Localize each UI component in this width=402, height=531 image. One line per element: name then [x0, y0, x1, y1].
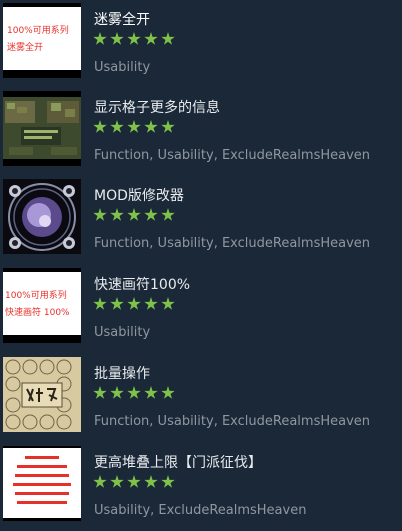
star-icon [127, 475, 141, 488]
star-icon [161, 475, 175, 488]
mod-tags: Usability [94, 60, 151, 75]
star-icon [93, 208, 107, 221]
star-icon [144, 386, 158, 399]
star-icon [93, 297, 107, 310]
mod-item[interactable]: 100%可用系列 快速画符 100% 快速画符100% Usability [0, 265, 402, 353]
mod-item[interactable]: MOD版修改器 Function, Usability, ExcludeReal… [0, 176, 402, 264]
star-icon [110, 32, 124, 45]
star-icon [110, 208, 124, 221]
star-icon [110, 386, 124, 399]
star-icon [161, 297, 175, 310]
mod-title[interactable]: 快速画符100% [94, 274, 190, 294]
red-text-thumbnail-icon: 100%可用系列 快速画符 100% [3, 268, 81, 343]
star-icon [110, 297, 124, 310]
star-icon [127, 386, 141, 399]
star-icon [161, 32, 175, 45]
star-icon [144, 32, 158, 45]
rating-stars [93, 383, 175, 403]
mod-item[interactable]: 更高堆叠上限【门派征伐】 Usability, ExcludeRealmsHea… [0, 443, 402, 531]
star-icon [144, 120, 158, 133]
mod-thumbnail[interactable] [3, 446, 81, 521]
calligraphy-grid-icon [3, 357, 81, 432]
rating-stars [93, 29, 175, 49]
mod-thumbnail[interactable] [3, 179, 81, 254]
star-icon [93, 475, 107, 488]
mod-thumbnail[interactable]: 100%可用系列 迷雾全开 [3, 3, 81, 78]
star-icon [144, 297, 158, 310]
mod-tags: Function, Usability, ExcludeRealmsHeaven [94, 148, 371, 163]
red-text-notice-icon [3, 446, 81, 521]
game-map-screenshot-icon [3, 91, 81, 166]
star-icon [127, 297, 141, 310]
thumb-line: 100%可用系列 [5, 289, 67, 301]
mod-title[interactable]: 迷雾全开 [94, 9, 150, 29]
star-icon [144, 208, 158, 221]
star-icon [93, 120, 107, 133]
star-icon [110, 120, 124, 133]
mod-item[interactable]: 100%可用系列 迷雾全开 迷雾全开 Usability [0, 0, 402, 88]
mod-tags: Function, Usability, ExcludeRealmsHeaven [94, 236, 371, 251]
mod-title[interactable]: 显示格子更多的信息 [94, 97, 220, 117]
thumb-line: 100%可用系列 [7, 24, 69, 36]
star-icon [161, 386, 175, 399]
rating-stars [93, 472, 175, 492]
mod-title[interactable]: MOD版修改器 [94, 185, 184, 205]
mod-item[interactable]: 显示格子更多的信息 Function, Usability, ExcludeRe… [0, 88, 402, 176]
thumb-line: 迷雾全开 [7, 41, 43, 53]
thumb-line: 快速画符 100% [5, 306, 70, 318]
star-icon [93, 386, 107, 399]
star-icon [127, 120, 141, 133]
workshop-mod-list: 100%可用系列 迷雾全开 迷雾全开 Usability 显示格子更多的信息 F… [0, 0, 402, 526]
rating-stars [93, 117, 175, 137]
mod-thumbnail[interactable] [3, 91, 81, 166]
mod-thumbnail[interactable]: 100%可用系列 快速画符 100% [3, 268, 81, 343]
rating-stars [93, 205, 175, 225]
star-icon [161, 120, 175, 133]
star-icon [110, 475, 124, 488]
star-icon [161, 208, 175, 221]
mod-thumbnail[interactable] [3, 357, 81, 432]
mod-tags: Usability [94, 325, 151, 340]
star-icon [127, 208, 141, 221]
rating-stars [93, 294, 175, 314]
mod-tags: Function, Usability, ExcludeRealmsHeaven [94, 414, 371, 429]
mod-title[interactable]: 更高堆叠上限【门派征伐】 [94, 452, 262, 472]
red-text-thumbnail-icon: 100%可用系列 迷雾全开 [3, 3, 81, 78]
mod-title[interactable]: 批量操作 [94, 363, 150, 383]
mod-tags: Usability, ExcludeRealmsHeaven [94, 503, 307, 518]
star-icon [93, 32, 107, 45]
star-icon [144, 475, 158, 488]
star-icon [127, 32, 141, 45]
mod-item[interactable]: 批量操作 Function, Usability, ExcludeRealmsH… [0, 354, 402, 442]
taiji-circle-art-icon [3, 179, 81, 254]
